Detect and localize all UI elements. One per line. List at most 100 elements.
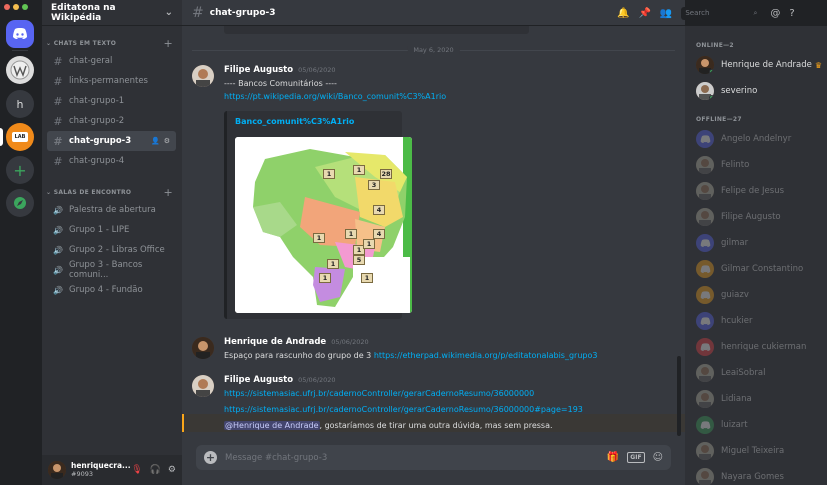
message-link[interactable]: https://sistemasiac.ufrj.br/cadernoContr… bbox=[224, 405, 583, 414]
hash-icon: # bbox=[53, 94, 63, 108]
category-text-channels[interactable]: ⌄ CHATS EM TEXTO + bbox=[42, 37, 182, 50]
member-item[interactable]: Angelo Andelnyr bbox=[685, 126, 827, 152]
server-labis[interactable]: LAB bbox=[6, 123, 34, 151]
channel-chat-grupo-2[interactable]: # chat-grupo-2 bbox=[47, 111, 176, 131]
pin-icon[interactable]: 📌 bbox=[638, 8, 650, 19]
minimize-window-button[interactable] bbox=[13, 4, 19, 10]
avatar bbox=[696, 416, 714, 434]
hash-icon: # bbox=[53, 154, 63, 168]
deafen-icon[interactable]: 🎧 bbox=[150, 465, 161, 475]
avatar bbox=[696, 390, 714, 408]
mentions-icon[interactable]: @ bbox=[770, 8, 780, 19]
member-item[interactable]: Henrique de Andrade ♛ bbox=[685, 52, 827, 78]
emoji-icon[interactable]: ☺ bbox=[653, 452, 663, 463]
hash-icon: # bbox=[53, 114, 63, 128]
avatar bbox=[696, 208, 714, 226]
message-composer: + 🎁 GIF ☺ bbox=[196, 445, 671, 470]
avatar[interactable] bbox=[192, 337, 214, 359]
message-link[interactable]: https://pt.wikipedia.org/wiki/Banco_comu… bbox=[224, 92, 446, 101]
member-item[interactable]: Miguel Teixeira bbox=[685, 438, 827, 464]
header-toolbar: 🔔 📌 👥 Search ⌕ @ ? bbox=[612, 0, 827, 26]
search-input[interactable]: Search ⌕ bbox=[681, 6, 762, 20]
member-item[interactable]: gilmar bbox=[685, 230, 827, 256]
message-link[interactable]: https://etherpad.wikimedia.org/p/editato… bbox=[374, 351, 598, 360]
chevron-down-icon: ⌄ bbox=[46, 39, 52, 47]
close-window-button[interactable] bbox=[4, 4, 10, 10]
voice-palestra-de-abertura[interactable]: 🔊 Palestra de abertura bbox=[47, 200, 176, 220]
invite-icon[interactable]: 👤 bbox=[151, 137, 160, 145]
avatar bbox=[696, 286, 714, 304]
help-icon[interactable]: ? bbox=[789, 8, 794, 19]
add-server-icon[interactable]: + bbox=[6, 156, 34, 184]
avatar[interactable] bbox=[192, 375, 214, 397]
add-channel-icon[interactable]: + bbox=[163, 37, 173, 50]
channel-chat-grupo-1[interactable]: # chat-grupo-1 bbox=[47, 91, 176, 111]
user-mention[interactable]: @Henrique de Andrade bbox=[224, 421, 320, 430]
channel-label: chat-grupo-4 bbox=[69, 156, 125, 166]
avatar bbox=[696, 468, 714, 485]
message-author[interactable]: Filipe Augusto bbox=[224, 375, 293, 385]
server-h[interactable]: h bbox=[6, 90, 34, 118]
voice-grupo-3[interactable]: 🔊 Grupo 3 - Bancos comuni... bbox=[47, 260, 176, 280]
channel-links-permanentes[interactable]: # links-permanentes bbox=[47, 71, 176, 91]
avatar[interactable] bbox=[192, 65, 214, 87]
voice-grupo-2[interactable]: 🔊 Grupo 2 - Libras Office bbox=[47, 240, 176, 260]
server-h-label: h bbox=[16, 97, 24, 111]
member-name: severino bbox=[721, 86, 758, 96]
member-name: Nayara Gomes bbox=[721, 472, 784, 482]
member-item[interactable]: Gilmar Constantino bbox=[685, 256, 827, 282]
voice-grupo-4[interactable]: 🔊 Grupo 4 - Fundão bbox=[47, 280, 176, 300]
member-item[interactable]: guiazv bbox=[685, 282, 827, 308]
member-name: Henrique de Andrade bbox=[721, 60, 812, 70]
wikipedia-icon[interactable] bbox=[6, 56, 34, 84]
map-pin-label: 1 bbox=[319, 273, 331, 283]
guild-header[interactable]: Editatona na Wikipédia ⌄ bbox=[42, 0, 182, 26]
member-item[interactable]: Felinto bbox=[685, 152, 827, 178]
add-channel-icon[interactable]: + bbox=[163, 186, 173, 199]
username: henriquecra... bbox=[71, 461, 131, 470]
member-item[interactable]: LeaiSobral bbox=[685, 360, 827, 386]
bell-icon[interactable]: 🔔 bbox=[617, 8, 629, 19]
gear-icon[interactable]: ⚙ bbox=[164, 137, 170, 145]
attach-plus-icon[interactable]: + bbox=[204, 451, 217, 464]
member-item[interactable]: Filipe Augusto bbox=[685, 204, 827, 230]
maximize-window-button[interactable] bbox=[22, 4, 28, 10]
voice-grupo-1[interactable]: 🔊 Grupo 1 - LIPE bbox=[47, 220, 176, 240]
member-item[interactable]: luizart bbox=[685, 412, 827, 438]
chat-scrollbar[interactable] bbox=[677, 356, 681, 436]
embed-title[interactable]: Banco_comunit%C3%A1rio bbox=[235, 117, 394, 126]
map-pin-label: 4 bbox=[373, 205, 385, 215]
avatar[interactable] bbox=[48, 461, 66, 479]
brazil-map-image[interactable]: 1 1 3 28 4 1 4 1 1 1 1 5 1 1 bbox=[235, 137, 412, 313]
chevron-down-icon[interactable]: ⌄ bbox=[165, 7, 173, 18]
gif-button[interactable]: GIF bbox=[627, 452, 645, 463]
message-link[interactable]: https://sistemasiac.ufrj.br/cadernoContr… bbox=[224, 389, 534, 398]
member-item[interactable]: hcukier bbox=[685, 308, 827, 334]
member-item[interactable]: Felipe de Jesus bbox=[685, 178, 827, 204]
category-voice-channels[interactable]: ⌄ SALAS DE ENCONTRO + bbox=[42, 186, 182, 199]
message-author[interactable]: Henrique de Andrade bbox=[224, 337, 326, 347]
channel-chat-grupo-4[interactable]: # chat-grupo-4 bbox=[47, 151, 176, 171]
member-item[interactable]: Lidiana bbox=[685, 386, 827, 412]
discord-home-icon[interactable] bbox=[6, 20, 34, 48]
speaker-icon: 🔊 bbox=[53, 245, 63, 255]
member-name: guiazv bbox=[721, 290, 749, 300]
message-author[interactable]: Filipe Augusto bbox=[224, 65, 293, 75]
explore-servers-icon[interactable] bbox=[6, 189, 34, 217]
message-input[interactable] bbox=[225, 452, 607, 463]
channel-chat-geral[interactable]: # chat-geral bbox=[47, 51, 176, 71]
member-name: Filipe Augusto bbox=[721, 212, 781, 222]
member-item[interactable]: henrique cukierman bbox=[685, 334, 827, 360]
speaker-icon: 🔊 bbox=[53, 225, 63, 235]
channel-label: links-permanentes bbox=[69, 76, 148, 86]
chat-area: # chat-grupo-3 May 6, 2020 Filipe August… bbox=[182, 0, 685, 485]
members-icon[interactable]: 👥 bbox=[660, 8, 672, 19]
gift-icon[interactable]: 🎁 bbox=[607, 452, 619, 463]
gear-icon[interactable]: ⚙ bbox=[168, 465, 176, 475]
mute-mic-icon[interactable]: 🎙 bbox=[131, 465, 142, 475]
member-item[interactable]: Nayara Gomes bbox=[685, 464, 827, 485]
member-item[interactable]: severino bbox=[685, 78, 827, 104]
labis-logo: LAB bbox=[11, 132, 29, 142]
user-name-block[interactable]: henriquecra... #9093 bbox=[71, 461, 131, 479]
channel-chat-grupo-3[interactable]: # chat-grupo-3 👤 ⚙ bbox=[47, 131, 176, 151]
